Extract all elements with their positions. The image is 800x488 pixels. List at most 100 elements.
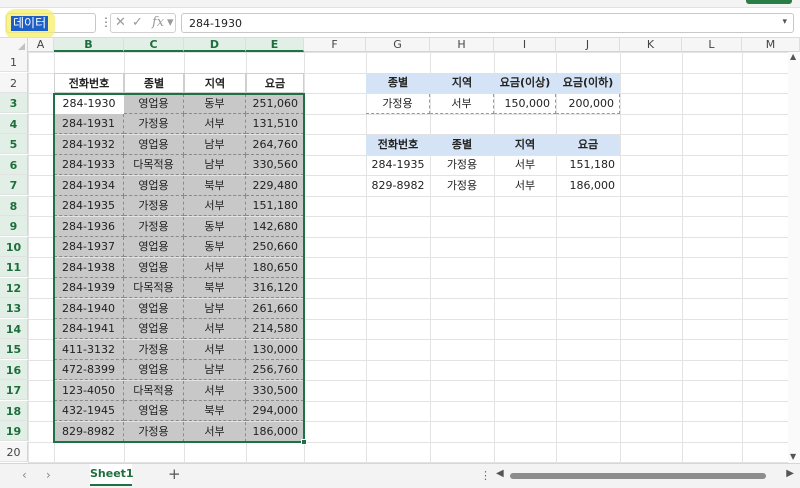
- cell-e12[interactable]: 316,120: [246, 278, 304, 298]
- cell-b17[interactable]: 123-4050: [54, 380, 124, 401]
- cell-d17[interactable]: 서부: [184, 380, 246, 401]
- column-header-l[interactable]: L: [682, 38, 742, 52]
- cell-c10[interactable]: 영업용: [124, 237, 184, 257]
- row-header-2[interactable]: 2: [0, 72, 28, 93]
- cell-e6[interactable]: 330,560: [246, 155, 304, 175]
- column-header-k[interactable]: K: [620, 38, 682, 52]
- cell-j6[interactable]: 151,180: [556, 155, 620, 175]
- cancel-icon[interactable]: ✕: [115, 15, 126, 30]
- cell-c2[interactable]: 종별: [124, 73, 184, 93]
- row-header-6[interactable]: 6: [0, 154, 28, 175]
- row-header-17[interactable]: 17: [0, 380, 28, 400]
- cell-d8[interactable]: 서부: [184, 196, 246, 216]
- cell-j5[interactable]: 요금: [556, 134, 620, 155]
- column-header-h[interactable]: H: [430, 38, 494, 52]
- cell-d12[interactable]: 북부: [184, 278, 246, 298]
- cell-c7[interactable]: 영업용: [124, 175, 184, 196]
- cell-b7[interactable]: 284-1934: [54, 175, 124, 196]
- cell-d19[interactable]: 서부: [184, 421, 246, 442]
- cell-b5[interactable]: 284-1932: [54, 134, 124, 155]
- row-header-1[interactable]: 1: [0, 52, 28, 72]
- row-header-5[interactable]: 5: [0, 134, 28, 154]
- row-header-11[interactable]: 11: [0, 257, 28, 277]
- cell-e13[interactable]: 261,660: [246, 298, 304, 319]
- cell-c19[interactable]: 가정용: [124, 421, 184, 442]
- row-header-18[interactable]: 18: [0, 400, 28, 421]
- cell-b4[interactable]: 284-1931: [54, 114, 124, 134]
- cell-b12[interactable]: 284-1939: [54, 278, 124, 298]
- row-header-14[interactable]: 14: [0, 318, 28, 339]
- cell-j2[interactable]: 요금(이하): [556, 73, 620, 93]
- cell-e18[interactable]: 294,000: [246, 401, 304, 421]
- cell-g5[interactable]: 전화번호: [366, 134, 430, 155]
- cell-b9[interactable]: 284-1936: [54, 216, 124, 237]
- cell-g6[interactable]: 284-1935: [366, 155, 430, 175]
- cell-b8[interactable]: 284-1935: [54, 196, 124, 216]
- cell-c4[interactable]: 가정용: [124, 114, 184, 134]
- cell-b2[interactable]: 전화번호: [54, 73, 124, 93]
- cell-i5[interactable]: 지역: [494, 134, 556, 155]
- cell-c16[interactable]: 영업용: [124, 360, 184, 380]
- vertical-scrollbar[interactable]: ▲ ▼: [788, 52, 800, 463]
- column-header-f[interactable]: F: [304, 38, 366, 52]
- chevron-down-icon[interactable]: ▾: [167, 15, 174, 30]
- cell-b13[interactable]: 284-1940: [54, 298, 124, 319]
- cell-b10[interactable]: 284-1937: [54, 237, 124, 257]
- cell-d13[interactable]: 남부: [184, 298, 246, 319]
- cell-e2[interactable]: 요금: [246, 73, 304, 93]
- cell-c8[interactable]: 가정용: [124, 196, 184, 216]
- cell-c11[interactable]: 영업용: [124, 257, 184, 278]
- cell-c13[interactable]: 영업용: [124, 298, 184, 319]
- cell-e19[interactable]: 186,000: [246, 421, 304, 442]
- cell-g7[interactable]: 829-8982: [366, 176, 430, 196]
- cell-d4[interactable]: 서부: [184, 114, 246, 134]
- cell-c6[interactable]: 다목적용: [124, 155, 184, 175]
- confirm-icon[interactable]: ✓: [132, 15, 143, 30]
- select-all-corner[interactable]: [0, 38, 28, 52]
- cell-c15[interactable]: 가정용: [124, 339, 184, 360]
- fill-handle[interactable]: [301, 438, 307, 445]
- cell-e16[interactable]: 256,760: [246, 360, 304, 380]
- row-header-16[interactable]: 16: [0, 359, 28, 380]
- row-header-20[interactable]: 20: [0, 441, 28, 462]
- cell-e10[interactable]: 250,660: [246, 237, 304, 257]
- insert-function-icon[interactable]: fx: [152, 15, 164, 30]
- cell-i3[interactable]: 150,000: [494, 93, 556, 114]
- row-header-7[interactable]: 7: [0, 175, 28, 195]
- cell-d7[interactable]: 북부: [184, 175, 246, 196]
- worksheet-grid[interactable]: ABCDEFGHIJKLM 1 2 3 4 5 6 7 8 9 10 11 12 13 14 15 16 17 1…: [0, 38, 800, 463]
- sheet-tab[interactable]: Sheet1: [90, 464, 134, 486]
- cell-e8[interactable]: 151,180: [246, 196, 304, 216]
- cell-d3[interactable]: 동부: [184, 93, 246, 114]
- cell-j7[interactable]: 186,000: [556, 176, 620, 196]
- column-header-d[interactable]: D: [184, 38, 246, 52]
- row-header-19[interactable]: 19: [0, 421, 28, 441]
- cell-d10[interactable]: 동부: [184, 237, 246, 257]
- formula-value[interactable]: 284-1930: [189, 17, 242, 30]
- ribbon-button[interactable]: [746, 0, 792, 4]
- cell-e7[interactable]: 229,480: [246, 175, 304, 196]
- cell-c12[interactable]: 다목적용: [124, 278, 184, 298]
- cell-b19[interactable]: 829-8982: [54, 421, 124, 442]
- cell-e11[interactable]: 180,650: [246, 257, 304, 278]
- cell-d11[interactable]: 서부: [184, 257, 246, 278]
- sheet-options-icon[interactable]: ⋮: [480, 469, 491, 482]
- cell-c14[interactable]: 영업용: [124, 319, 184, 339]
- column-header-g[interactable]: G: [366, 38, 430, 52]
- scroll-thumb[interactable]: [510, 473, 766, 479]
- row-header-9[interactable]: 9: [0, 216, 28, 236]
- column-header-e[interactable]: E: [246, 38, 304, 52]
- cell-d2[interactable]: 지역: [184, 73, 246, 93]
- cell-c17[interactable]: 다목적용: [124, 380, 184, 401]
- cell-h7[interactable]: 가정용: [430, 176, 494, 196]
- cell-e5[interactable]: 264,760: [246, 134, 304, 155]
- scroll-up-icon[interactable]: ▲: [790, 52, 796, 61]
- cell-b15[interactable]: 411-3132: [54, 339, 124, 360]
- cell-e17[interactable]: 330,500: [246, 380, 304, 401]
- row-header-8[interactable]: 8: [0, 195, 28, 216]
- row-header-3[interactable]: 3: [0, 93, 28, 113]
- cell-h3[interactable]: 서부: [430, 93, 494, 114]
- cell-c3[interactable]: 영업용: [124, 93, 184, 114]
- formula-input[interactable]: 284-1930 ▾: [181, 13, 794, 33]
- name-box-value[interactable]: 데이터: [11, 16, 49, 31]
